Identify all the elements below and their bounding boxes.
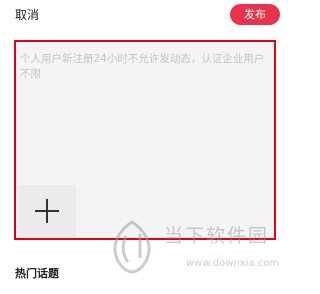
watermark-title: 当下软件园 [164, 225, 270, 247]
publish-button[interactable]: 发布 [230, 4, 280, 25]
add-media-button[interactable] [18, 185, 76, 238]
post-content-input[interactable] [20, 52, 272, 186]
watermark: 当下软件园 www.downxia.com [104, 218, 279, 278]
watermark-url: www.downxia.com [186, 258, 280, 269]
compose-area [14, 40, 276, 240]
watermark-logo-icon [113, 220, 151, 274]
hot-topics-title: 热门话题 [15, 267, 59, 280]
publish-post-screen: 取消 发布 当下软件园 www.downxia.com 热门话题 [0, 0, 293, 294]
cancel-button[interactable]: 取消 [15, 7, 39, 23]
